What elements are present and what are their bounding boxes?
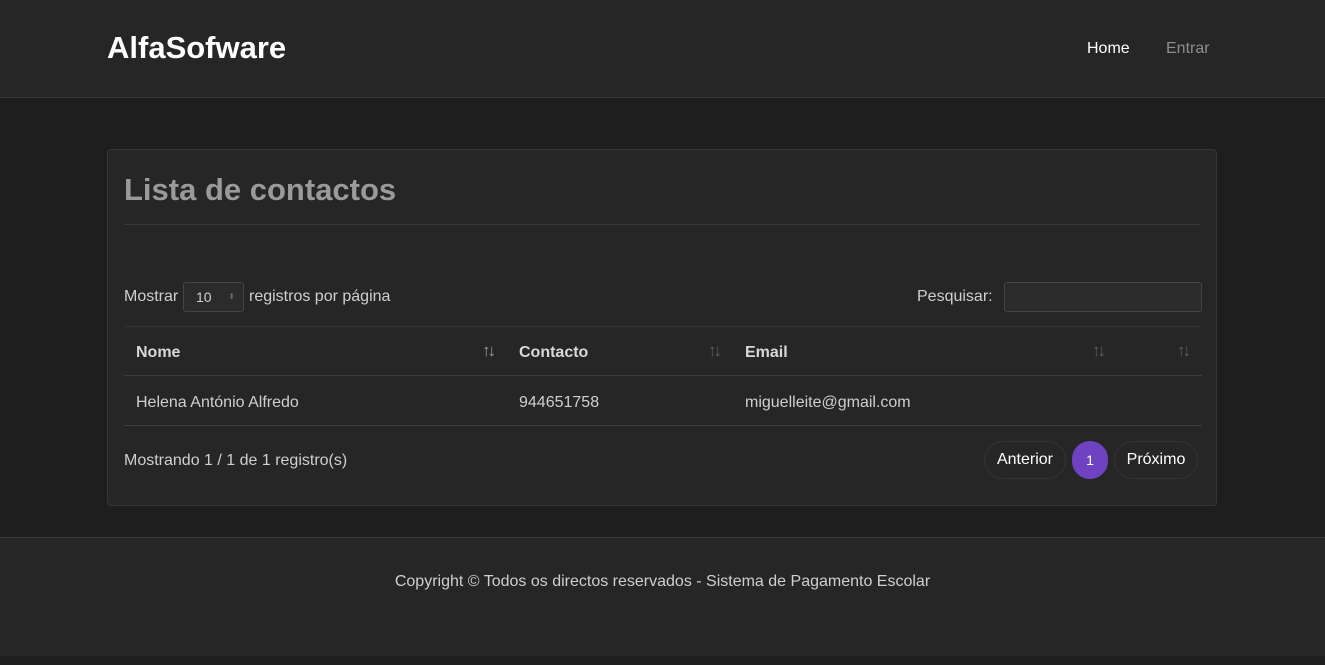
nav-link-home[interactable]: Home — [1087, 40, 1130, 58]
page-title: Lista de contactos — [124, 172, 397, 207]
sort-icon[interactable]: ↑↓ — [1092, 341, 1106, 361]
column-header-nome[interactable]: Nome — [136, 344, 180, 362]
page-length-select[interactable]: 10 ⬍ — [183, 282, 244, 312]
footer: Copyright © Todos os directos reservados… — [0, 537, 1325, 656]
table-row: Helena António Alfredo 944651758 miguell… — [124, 376, 1202, 426]
search-label: Pesquisar: — [917, 288, 993, 305]
nav-link-login[interactable]: Entrar — [1166, 40, 1210, 58]
search-input[interactable] — [1004, 282, 1202, 312]
sort-icon[interactable]: ↑↓ — [708, 341, 722, 361]
table-info: Mostrando 1 / 1 de 1 registro(s) — [124, 452, 348, 469]
next-page-button[interactable]: Próximo — [1114, 441, 1198, 479]
sort-icon[interactable]: ↑↓ — [482, 341, 496, 361]
contacts-table: Nome ↑↓ Contacto ↑↓ Email ↑↓ ↑↓ Helena A… — [124, 326, 1202, 426]
page-length-value: 10 — [196, 289, 212, 305]
cell-email: miguelleite@gmail.com — [745, 394, 911, 411]
select-arrows-icon: ⬍ — [228, 292, 235, 301]
previous-page-button[interactable]: Anterior — [984, 441, 1066, 479]
contacts-card: Lista de contactos Mostrar 10 ⬍ registro… — [107, 149, 1217, 506]
navbar: AlfaSofware Home Entrar — [0, 0, 1325, 98]
column-header-contacto[interactable]: Contacto — [519, 344, 588, 362]
length-suffix-label: registros por página — [249, 288, 391, 305]
page-1-button[interactable]: 1 — [1072, 441, 1108, 479]
sort-icon[interactable]: ↑↓ — [1177, 341, 1191, 361]
table-header: Nome ↑↓ Contacto ↑↓ Email ↑↓ ↑↓ — [124, 326, 1202, 376]
cell-nome: Helena António Alfredo — [136, 394, 299, 411]
copyright-text: Copyright © Todos os directos reservados… — [394, 573, 931, 590]
length-prefix-label: Mostrar — [124, 288, 179, 305]
brand-logo[interactable]: AlfaSofware — [107, 30, 286, 66]
title-divider — [124, 224, 1200, 225]
column-header-email[interactable]: Email — [745, 344, 788, 362]
cell-contacto: 944651758 — [519, 394, 600, 411]
